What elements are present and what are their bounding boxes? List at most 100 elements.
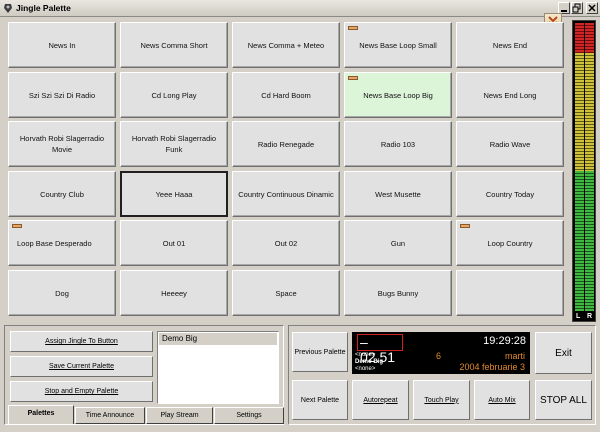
list-item[interactable]: Demo Big	[159, 333, 277, 345]
jingle-button-label: Country Today	[485, 189, 535, 199]
jingle-button-label: Radio 103	[380, 139, 416, 149]
app-icon	[4, 4, 12, 13]
jingle-button-label: West Musette	[375, 189, 421, 199]
auto-mix-label: Auto Mix	[488, 396, 516, 404]
stop-all-button[interactable]: STOP ALL	[535, 380, 592, 420]
jingle-button[interactable]: West Musette	[344, 171, 452, 217]
jingle-button-label: Gun	[390, 238, 406, 248]
vu-right-label: R	[587, 313, 593, 320]
jingle-button[interactable]	[456, 270, 564, 316]
jingle-button[interactable]: Szi Szi Szi Di Radio	[8, 72, 116, 118]
stop-empty-button[interactable]: Stop and Empty Palette	[10, 381, 153, 402]
assign-jingle-label: Assign Jingle To Button	[45, 338, 118, 345]
display-line-1: <none>	[355, 352, 376, 358]
jingle-button-label: News Comma Short	[140, 40, 208, 50]
jingle-button-label: Dog	[55, 288, 69, 298]
tab-settings[interactable]: Settings	[214, 407, 284, 424]
jingle-button[interactable]: Yeee Haaa	[120, 171, 228, 217]
display-count: 6	[436, 351, 442, 361]
jingle-button-label: Cd Long Play	[151, 90, 197, 100]
jingle-button[interactable]: Country Continuous Dinamic	[232, 171, 340, 217]
next-palette-button[interactable]: Next Palette	[292, 380, 348, 420]
autorepeat-button[interactable]: Autorepeat	[352, 380, 409, 420]
jingle-button[interactable]: Radio Wave	[456, 121, 564, 167]
display-day: marti	[505, 351, 525, 361]
minimize-icon	[561, 10, 567, 12]
jingle-button[interactable]: News Base Loop Big	[344, 72, 452, 118]
jingle-grid: News In News Comma Short News Comma + Mete…	[8, 22, 566, 320]
jingle-button-label: Country Club	[40, 189, 84, 199]
jingle-button[interactable]: Loop Country	[456, 220, 564, 266]
jingle-button-label: News In	[48, 40, 76, 50]
jingle-button-label: Radio Wave	[489, 139, 531, 149]
jingle-button-label: Out 02	[274, 238, 298, 248]
jingle-button[interactable]: Cd Hard Boom	[232, 72, 340, 118]
loop-flag-icon	[12, 224, 22, 228]
vu-right-channel	[585, 23, 594, 311]
jingle-button[interactable]: News Base Loop Small	[344, 22, 452, 68]
tab-time-announce[interactable]: Time Announce	[75, 407, 145, 424]
jingle-button[interactable]: Country Club	[8, 171, 116, 217]
jingle-button[interactable]: Dog	[8, 270, 116, 316]
jingle-button[interactable]: Cd Long Play	[120, 72, 228, 118]
jingle-button-label: Loop Base Desperado	[17, 238, 92, 248]
tab-palettes[interactable]: Palettes	[8, 405, 74, 424]
maximize-button[interactable]	[571, 2, 583, 14]
stop-empty-label: Stop and Empty Palette	[44, 388, 119, 395]
restore-icon	[572, 3, 581, 13]
jingle-button-label: Bugs Bunny	[377, 288, 419, 298]
vu-meter: L R	[572, 20, 596, 322]
save-palette-button[interactable]: Save Current Palette	[10, 356, 153, 377]
jingle-button[interactable]: Loop Base Desperado	[8, 220, 116, 266]
jingle-button-label: News Comma + Meteo	[247, 40, 325, 50]
touch-play-button[interactable]: Touch Play	[413, 380, 470, 420]
jingle-button[interactable]: Radio Renegade	[232, 121, 340, 167]
jingle-button-label: Yeee Haaa	[155, 189, 193, 199]
vu-left-channel	[575, 23, 584, 311]
jingle-button-label: News Base Loop Small	[359, 40, 437, 50]
exit-button[interactable]: Exit	[535, 332, 592, 374]
player-display: –02.51 19:29:28 <none> Demo Big <none> 6…	[352, 332, 530, 374]
loop-flag-icon	[460, 224, 470, 228]
clock: 19:29:28	[483, 335, 526, 347]
jingle-button-label: News Base Loop Big	[363, 90, 433, 100]
jingle-button[interactable]: News End	[456, 22, 564, 68]
jingle-button-label: News End Long	[483, 90, 537, 100]
jingle-button[interactable]: Out 01	[120, 220, 228, 266]
remaining-time: –02.51	[357, 334, 403, 365]
jingle-button[interactable]: News In	[8, 22, 116, 68]
save-palette-label: Save Current Palette	[49, 363, 114, 370]
jingle-button-label: Space	[275, 288, 297, 298]
jingle-button-label: Radio Renegade	[257, 139, 315, 149]
jingle-button-label: Loop Country	[487, 238, 533, 248]
jingle-button[interactable]: Horvath Robi Slagerradio Movie	[8, 121, 116, 167]
jingle-button[interactable]: Gun	[344, 220, 452, 266]
jingle-button[interactable]: News Comma + Meteo	[232, 22, 340, 68]
jingle-button-label: Horvath Robi Slagerradio Movie	[19, 134, 105, 154]
palette-list[interactable]: Demo Big	[157, 331, 279, 404]
jingle-button[interactable]: Horvath Robi Slagerradio Funk	[120, 121, 228, 167]
jingle-button-label: Horvath Robi Slagerradio Funk	[131, 134, 217, 154]
auto-mix-button[interactable]: Auto Mix	[474, 380, 530, 420]
jingle-button[interactable]: Heeeey	[120, 270, 228, 316]
vu-left-label: L	[576, 313, 581, 320]
jingle-button[interactable]: News Comma Short	[120, 22, 228, 68]
tab-play-stream[interactable]: Play Stream	[146, 407, 213, 424]
jingle-button[interactable]: Bugs Bunny	[344, 270, 452, 316]
jingle-button[interactable]: Radio 103	[344, 121, 452, 167]
jingle-button[interactable]: Space	[232, 270, 340, 316]
previous-palette-button[interactable]: Previous Palette	[292, 332, 348, 372]
exit-label: Exit	[555, 347, 572, 359]
autorepeat-label: Autorepeat	[363, 396, 398, 404]
jingle-button-label: Szi Szi Szi Di Radio	[28, 90, 96, 100]
window-title: Jingle Palette	[16, 3, 71, 13]
stop-all-label: STOP ALL	[540, 394, 587, 406]
loop-flag-icon	[348, 76, 358, 80]
jingle-button[interactable]: News End Long	[456, 72, 564, 118]
jingle-button-label: Out 01	[162, 238, 186, 248]
close-button[interactable]	[586, 2, 598, 14]
jingle-button[interactable]: Out 02	[232, 220, 340, 266]
jingle-button[interactable]: Country Today	[456, 171, 564, 217]
assign-jingle-button[interactable]: Assign Jingle To Button	[10, 331, 153, 352]
jingle-button-label: Country Continuous Dinamic	[238, 189, 334, 199]
